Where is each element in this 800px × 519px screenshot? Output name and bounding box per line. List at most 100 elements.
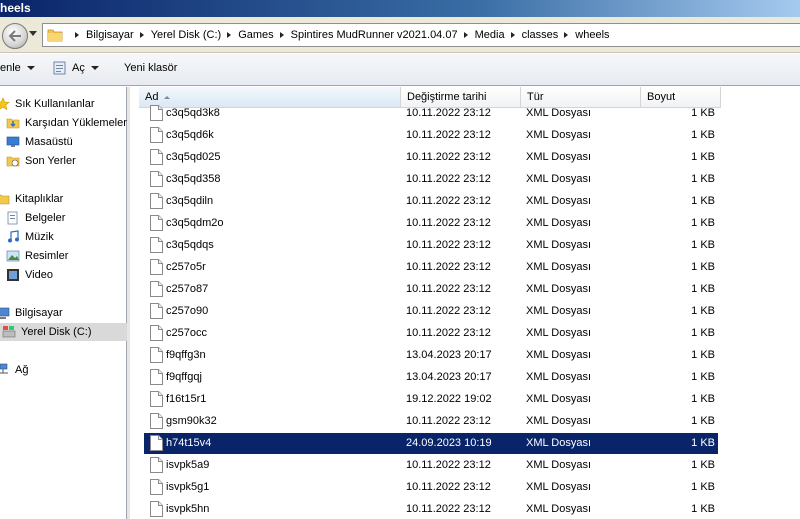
file-size: 1 KB: [691, 503, 715, 515]
file-row[interactable]: c3q5qdiln 10.11.2022 23:12 XML Dosyası 1 KB: [144, 191, 718, 212]
nav-network[interactable]: Ağ: [0, 361, 127, 379]
nav-label-pictures: Resimler: [25, 250, 69, 262]
file-row[interactable]: isvpk5g1 10.11.2022 23:12 XML Dosyası 1 KB: [144, 477, 718, 498]
xml-file-icon: [150, 391, 163, 407]
back-button[interactable]: [2, 23, 28, 49]
file-row[interactable]: isvpk5a9 10.11.2022 23:12 XML Dosyası 1 KB: [144, 455, 718, 476]
file-size: 1 KB: [691, 283, 715, 295]
nav-computer[interactable]: Bilgisayar: [0, 304, 127, 322]
file-size: 1 KB: [691, 173, 715, 185]
breadcrumb-item[interactable]: Spintires MudRunner v2021.04.07: [291, 29, 458, 41]
xml-file-icon: [150, 457, 163, 473]
back-arrow-icon: [8, 30, 21, 42]
file-name: c3q5qdm2o: [166, 217, 224, 229]
file-name: isvpk5a9: [166, 459, 210, 471]
file-date: 10.11.2022 23:12: [406, 239, 491, 251]
file-name: f9qffg3n: [166, 349, 206, 361]
nav-label-computer: Bilgisayar: [15, 307, 63, 319]
nav-pictures[interactable]: Resimler: [0, 247, 127, 265]
organize-menu-button[interactable]: enle: [0, 62, 35, 74]
xml-file-icon: [150, 215, 163, 231]
file-row[interactable]: c257o87 10.11.2022 23:12 XML Dosyası 1 KB: [144, 279, 718, 300]
command-bar: enle Aç Yeni klasör: [0, 54, 800, 86]
breadcrumb-item[interactable]: Yerel Disk (C:): [151, 29, 222, 41]
local-disk-icon: [2, 326, 16, 338]
nav-label-network: Ağ: [15, 364, 29, 376]
file-size: 1 KB: [691, 261, 715, 273]
file-row[interactable]: c3q5qd6k 10.11.2022 23:12 XML Dosyası 1 KB: [144, 125, 718, 146]
breadcrumb-separator-icon[interactable]: [139, 32, 144, 38]
file-row[interactable]: c3q5qdqs 10.11.2022 23:12 XML Dosyası 1 KB: [144, 235, 718, 256]
file-name: f9qffgqj: [166, 371, 202, 383]
nav-favorites[interactable]: Sık Kullanılanlar: [0, 95, 127, 113]
file-row[interactable]: c3q5qd025 10.11.2022 23:12 XML Dosyası 1 KB: [144, 147, 718, 168]
breadcrumb-item[interactable]: Games: [238, 29, 273, 41]
file-type: XML Dosyası: [526, 239, 592, 251]
file-name: c257o90: [166, 305, 209, 317]
breadcrumb-separator-icon[interactable]: [463, 32, 468, 38]
file-type: XML Dosyası: [526, 261, 592, 273]
open-caret-icon: [90, 66, 99, 70]
history-dropdown-icon[interactable]: [29, 31, 37, 37]
nav-documents[interactable]: Belgeler: [0, 209, 127, 227]
file-name: c3q5qd6k: [166, 129, 214, 141]
breadcrumb-separator-icon[interactable]: [227, 32, 232, 38]
breadcrumb-separator-icon[interactable]: [564, 32, 569, 38]
xml-file-icon: [150, 347, 163, 363]
new-folder-button[interactable]: Yeni klasör: [124, 62, 177, 74]
file-row[interactable]: c3q5qdm2o 10.11.2022 23:12 XML Dosyası 1 KB: [144, 213, 718, 234]
pictures-icon: [6, 250, 20, 262]
file-date: 10.11.2022 23:12: [406, 151, 491, 163]
file-row[interactable]: c257o90 10.11.2022 23:12 XML Dosyası 1 KB: [144, 301, 718, 322]
file-size: 1 KB: [691, 371, 715, 383]
file-row[interactable]: f9qffgqj 13.04.2023 20:17 XML Dosyası 1 KB: [144, 367, 718, 388]
file-type: XML Dosyası: [526, 437, 592, 449]
xml-file-icon: [150, 237, 163, 253]
address-bar[interactable]: Bilgisayar Yerel Disk (C:) Games Spintires …: [42, 23, 800, 47]
file-type: XML Dosyası: [526, 371, 592, 383]
file-row[interactable]: gsm90k32 10.11.2022 23:12 XML Dosyası 1 KB: [144, 411, 718, 432]
file-size: 1 KB: [691, 195, 715, 207]
file-size: 1 KB: [691, 239, 715, 251]
title-bar: heels: [0, 0, 800, 17]
file-row[interactable]: f9qffg3n 13.04.2023 20:17 XML Dosyası 1 KB: [144, 345, 718, 366]
open-menu-button[interactable]: Aç: [52, 60, 99, 76]
nav-label-desktop: Masaüstü: [25, 136, 73, 148]
breadcrumb-item[interactable]: Bilgisayar: [86, 29, 134, 41]
breadcrumb-item[interactable]: Media: [475, 29, 505, 41]
breadcrumb-separator-icon[interactable]: [510, 32, 515, 38]
nav-downloads[interactable]: Karşıdan Yüklemeler: [0, 114, 127, 132]
xml-file-icon: [150, 501, 163, 517]
file-row[interactable]: isvpk5hn 10.11.2022 23:12 XML Dosyası 1 KB: [144, 499, 718, 519]
nav-label-downloads: Karşıdan Yüklemeler: [25, 117, 127, 129]
file-name: c257o87: [166, 283, 209, 295]
file-date: 13.04.2023 20:17: [406, 349, 492, 361]
nav-recent[interactable]: Son Yerler: [0, 152, 127, 170]
address-row: Bilgisayar Yerel Disk (C:) Games Spintires …: [0, 17, 800, 53]
file-type: XML Dosyası: [526, 305, 592, 317]
nav-local-disk[interactable]: Yerel Disk (C:): [0, 323, 127, 341]
file-row[interactable]: c257o5r 10.11.2022 23:12 XML Dosyası 1 KB: [144, 257, 718, 278]
nav-music[interactable]: Müzik: [0, 228, 127, 246]
nav-label-music: Müzik: [25, 231, 54, 243]
column-size-label: Boyut: [647, 91, 676, 103]
breadcrumb-item[interactable]: wheels: [575, 29, 609, 41]
file-row[interactable]: c257occ 10.11.2022 23:12 XML Dosyası 1 KB: [144, 323, 718, 344]
breadcrumb-item[interactable]: classes: [522, 29, 559, 41]
xml-file-icon: [150, 413, 163, 429]
breadcrumb-separator-icon[interactable]: [279, 32, 284, 38]
file-row[interactable]: c3q5qd358 10.11.2022 23:12 XML Dosyası 1 KB: [144, 169, 718, 190]
nav-libraries[interactable]: Kitaplıklar: [0, 190, 127, 208]
nav-videos[interactable]: Video: [0, 266, 127, 284]
file-type: XML Dosyası: [526, 415, 592, 427]
nav-label-documents: Belgeler: [25, 212, 66, 224]
file-row[interactable]: c3q5qd3k8 10.11.2022 23:12 XML Dosyası 1 KB: [144, 103, 718, 124]
file-name: c257occ: [166, 327, 207, 339]
file-type: XML Dosyası: [526, 283, 592, 295]
nav-desktop[interactable]: Masaüstü: [0, 133, 127, 151]
breadcrumb-separator-icon[interactable]: [75, 32, 79, 38]
nav-label-libraries: Kitaplıklar: [15, 193, 64, 205]
file-row[interactable]: f16t15r1 19.12.2022 19:02 XML Dosyası 1 KB: [144, 389, 718, 410]
file-date: 10.11.2022 23:12: [406, 129, 491, 141]
file-row[interactable]: h74t15v4 24.09.2023 10:19 XML Dosyası 1 KB: [144, 433, 718, 454]
